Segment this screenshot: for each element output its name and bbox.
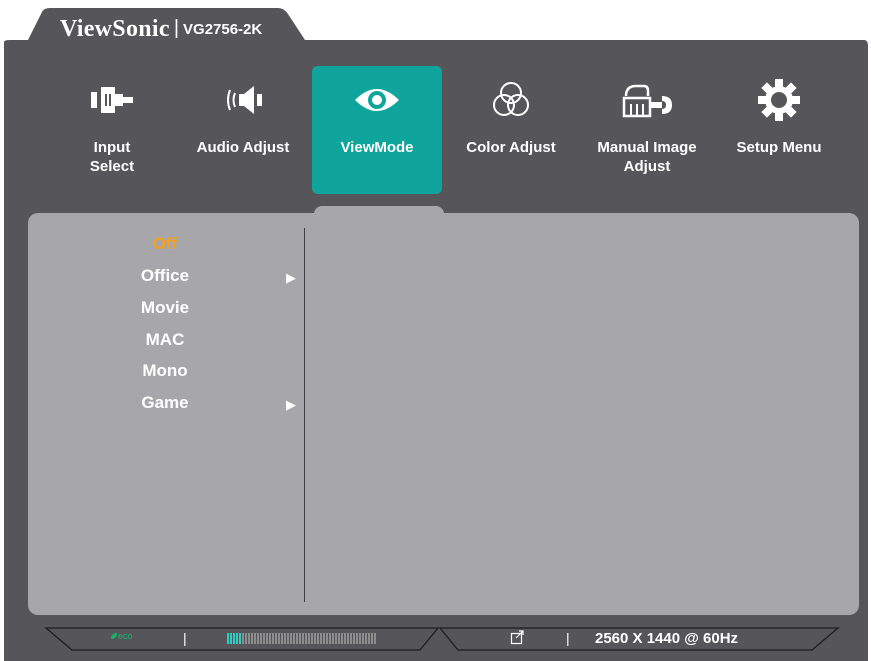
menu-item-game[interactable]: Game	[100, 393, 230, 413]
brand-header: ViewSonic | VG2756-2K	[60, 16, 262, 43]
input-select-icon	[47, 78, 177, 122]
tab-label: Color Adjust	[466, 139, 556, 156]
tab-manual-image-adjust[interactable]: Manual Image Adjust	[582, 66, 712, 194]
gear-icon	[714, 78, 844, 122]
tab-label: ViewMode	[340, 139, 414, 156]
eye-icon	[312, 78, 442, 122]
status-separator: |	[183, 630, 187, 646]
submenu-arrow-icon: ▶	[286, 270, 296, 285]
submenu-arrow-icon: ▶	[286, 397, 296, 412]
menu-item-mono[interactable]: Mono	[100, 361, 230, 381]
tab-audio-adjust[interactable]: Audio Adjust	[178, 66, 308, 194]
eco-label: eco	[118, 631, 133, 641]
eco-meter	[227, 633, 377, 644]
color-circles-icon	[446, 78, 576, 122]
tab-input-select[interactable]: Input Select	[47, 66, 177, 194]
tab-label: Manual Image Adjust	[597, 139, 697, 175]
external-link-icon	[510, 629, 524, 645]
brand-separator: |	[173, 17, 180, 39]
tab-viewmode[interactable]: ViewMode	[312, 66, 442, 194]
hand-wrench-icon	[582, 78, 712, 122]
menu-item-mac[interactable]: MAC	[100, 330, 230, 350]
menu-item-off[interactable]: Off	[100, 234, 230, 254]
tab-color-adjust[interactable]: Color Adjust	[446, 66, 576, 194]
tab-label: Setup Menu	[736, 139, 822, 156]
tab-setup-menu[interactable]: Setup Menu	[714, 66, 844, 194]
menu-item-office[interactable]: Office	[100, 266, 230, 286]
model-name: VG2756-2K	[183, 21, 263, 38]
brand-logo: ViewSonic	[60, 16, 170, 42]
tab-label: Audio Adjust	[196, 139, 290, 156]
eco-meter-track	[242, 633, 377, 644]
panel-divider	[304, 228, 305, 602]
speaker-icon	[178, 78, 308, 122]
menu-item-movie[interactable]: Movie	[100, 298, 230, 318]
tab-label: Input Select	[89, 139, 135, 175]
eco-icon: eco	[110, 631, 133, 641]
resolution-readout: 2560 X 1440 @ 60Hz	[595, 630, 739, 647]
status-separator: |	[566, 630, 570, 646]
eco-meter-fill	[227, 633, 242, 644]
